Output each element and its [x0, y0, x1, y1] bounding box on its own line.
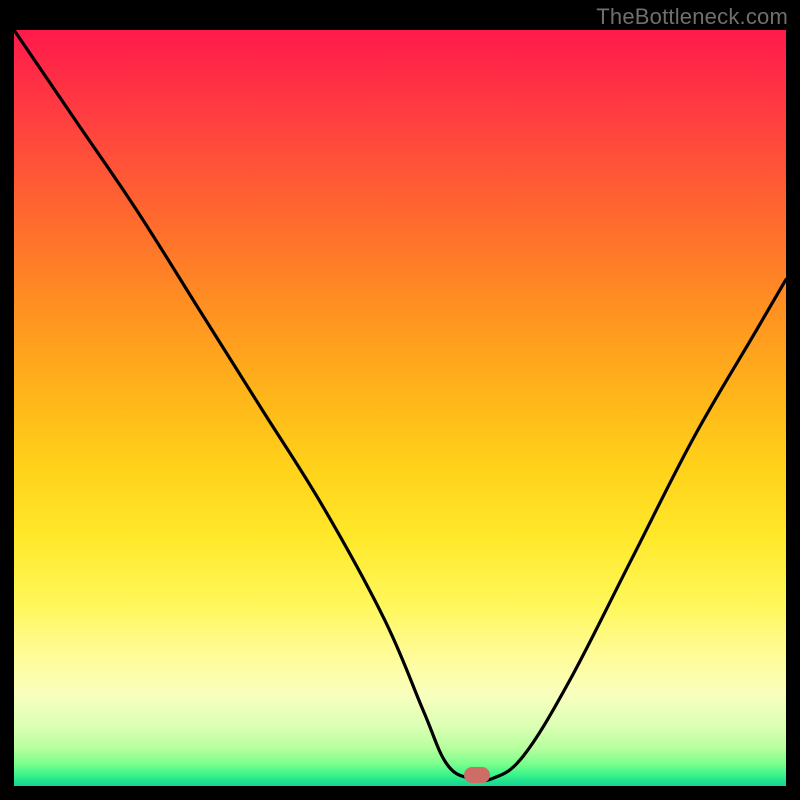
- chart-frame: TheBottleneck.com: [0, 0, 800, 800]
- curve-svg: [14, 30, 786, 786]
- watermark-text: TheBottleneck.com: [596, 4, 788, 30]
- bottleneck-curve-line: [14, 30, 786, 781]
- optimal-point-marker: [464, 767, 490, 783]
- plot-area: [14, 30, 786, 786]
